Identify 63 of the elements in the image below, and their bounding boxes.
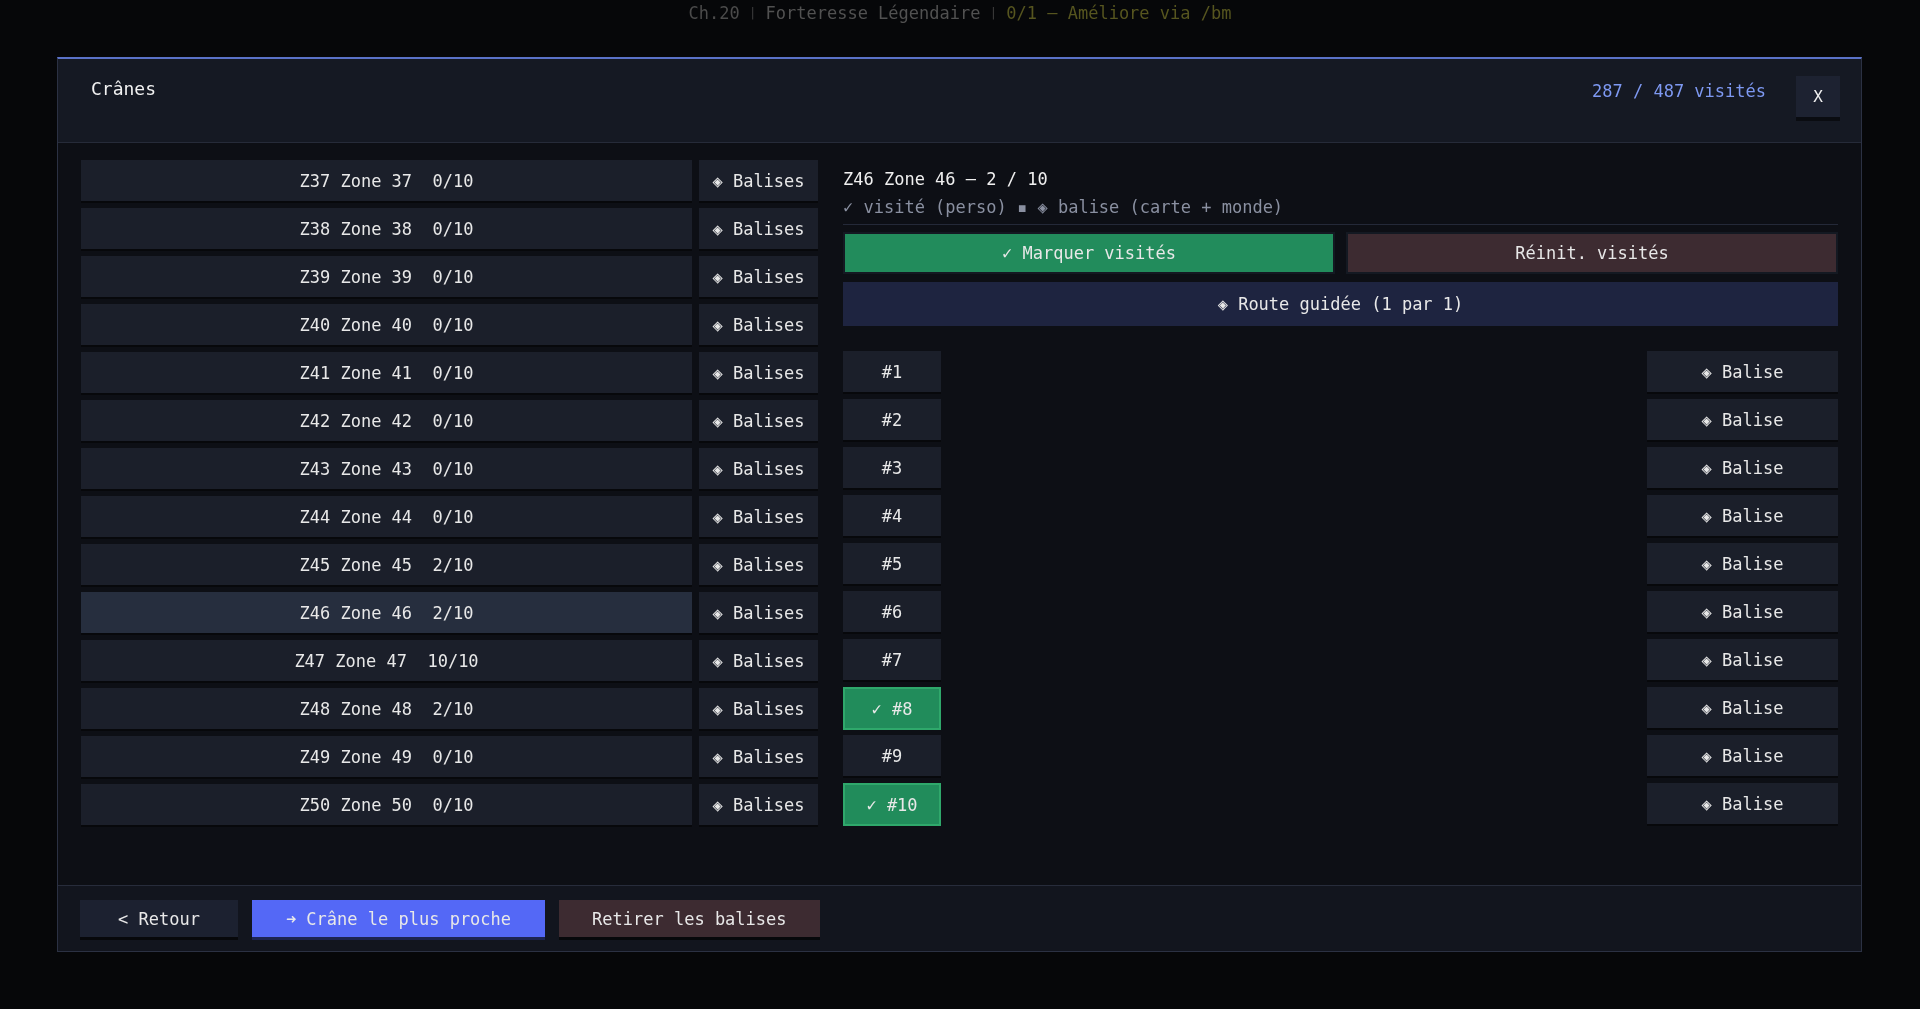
zone-list-item[interactable]: Z42 Zone 42 0/10 <box>81 400 692 443</box>
zone-list-item[interactable]: Z38 Zone 38 0/10 <box>81 208 692 251</box>
beacon-button[interactable]: ◈ Balise <box>1647 495 1838 538</box>
beacon-button[interactable]: ◈ Balise <box>1647 591 1838 634</box>
zone-list-item[interactable]: Z48 Zone 48 2/10 <box>81 688 692 731</box>
zone-list-item[interactable]: Z46 Zone 46 2/10 <box>81 592 692 635</box>
skull-toggle[interactable]: #5 <box>843 543 941 586</box>
skull-toggle[interactable]: #3 <box>843 447 941 490</box>
hud-status-text: Forteresse Légendaire <box>765 3 981 23</box>
hud-status-text: Ch.20 <box>688 3 740 23</box>
beacon-button[interactable]: ◈ Balise <box>1647 399 1838 442</box>
beacon-button[interactable]: ◈ Balise <box>1647 687 1838 730</box>
zone-list-item[interactable]: Z45 Zone 45 2/10 <box>81 544 692 587</box>
skull-toggle[interactable]: #9 <box>843 735 941 778</box>
zone-list-item[interactable]: Z49 Zone 49 0/10 <box>81 736 692 779</box>
beacon-button[interactable]: ◈ Balise <box>1647 543 1838 586</box>
close-button[interactable]: X <box>1796 76 1840 121</box>
hud-divider: | <box>748 5 757 21</box>
skull-toggle[interactable]: #2 <box>843 399 941 442</box>
skull-toggle[interactable]: #6 <box>843 591 941 634</box>
zone-list-item[interactable]: Z41 Zone 41 0/10 <box>81 352 692 395</box>
skull-toggle[interactable]: #7 <box>843 639 941 682</box>
beacons-button[interactable]: ◈ Balises <box>699 496 818 539</box>
back-button[interactable]: < Retour <box>80 900 238 940</box>
beacons-button[interactable]: ◈ Balises <box>699 352 818 395</box>
zone-list-item[interactable]: Z50 Zone 50 0/10 <box>81 784 692 827</box>
beacons-button[interactable]: ◈ Balises <box>699 160 818 203</box>
dialog-title: Crânes <box>91 78 157 100</box>
visited-count: 287 / 487 visités <box>1592 80 1766 102</box>
zone-heading: Z46 Zone 46 — 2 / 10 <box>843 168 1048 190</box>
zone-list-item[interactable]: Z37 Zone 37 0/10 <box>81 160 692 203</box>
guided-route-button[interactable]: ◈ Route guidée (1 par 1) <box>843 282 1838 326</box>
beacons-button[interactable]: ◈ Balises <box>699 784 818 827</box>
beacons-button[interactable]: ◈ Balises <box>699 592 818 635</box>
beacons-button[interactable]: ◈ Balises <box>699 400 818 443</box>
zone-list-item[interactable]: Z40 Zone 40 0/10 <box>81 304 692 347</box>
beacons-button[interactable]: ◈ Balises <box>699 208 818 251</box>
beacon-button[interactable]: ◈ Balise <box>1647 447 1838 490</box>
beacons-button[interactable]: ◈ Balises <box>699 544 818 587</box>
beacons-button[interactable]: ◈ Balises <box>699 448 818 491</box>
reset-visited-button[interactable]: Réinit. visités <box>1346 232 1838 274</box>
hud-status-text: 0/1 – Améliore via /bm <box>1006 3 1232 23</box>
beacons-button[interactable]: ◈ Balises <box>699 736 818 779</box>
beacons-button[interactable]: ◈ Balises <box>699 256 818 299</box>
beacons-button[interactable]: ◈ Balises <box>699 688 818 731</box>
zone-list-item[interactable]: Z43 Zone 43 0/10 <box>81 448 692 491</box>
beacon-button[interactable]: ◈ Balise <box>1647 351 1838 394</box>
remove-beacons-button[interactable]: Retirer les balises <box>559 900 820 940</box>
skull-toggle[interactable]: ✓ #8 <box>843 687 941 730</box>
beacon-button[interactable]: ◈ Balise <box>1647 639 1838 682</box>
zone-list-item[interactable]: Z39 Zone 39 0/10 <box>81 256 692 299</box>
nearest-skull-button[interactable]: ➜ Crâne le plus proche <box>251 900 546 940</box>
legend-text: ✓ visité (perso) ▪ ◈ balise (carte + monde) <box>843 196 1284 218</box>
zone-list-item[interactable]: Z47 Zone 47 10/10 <box>81 640 692 683</box>
skull-toggle[interactable]: ✓ #10 <box>843 783 941 826</box>
beacons-button[interactable]: ◈ Balises <box>699 640 818 683</box>
beacon-button[interactable]: ◈ Balise <box>1647 735 1838 778</box>
beacon-button[interactable]: ◈ Balise <box>1647 783 1838 826</box>
zone-list-item[interactable]: Z44 Zone 44 0/10 <box>81 496 692 539</box>
beacons-button[interactable]: ◈ Balises <box>699 304 818 347</box>
hud-divider: | <box>989 5 998 21</box>
skull-toggle[interactable]: #4 <box>843 495 941 538</box>
skull-toggle[interactable]: #1 <box>843 351 941 394</box>
